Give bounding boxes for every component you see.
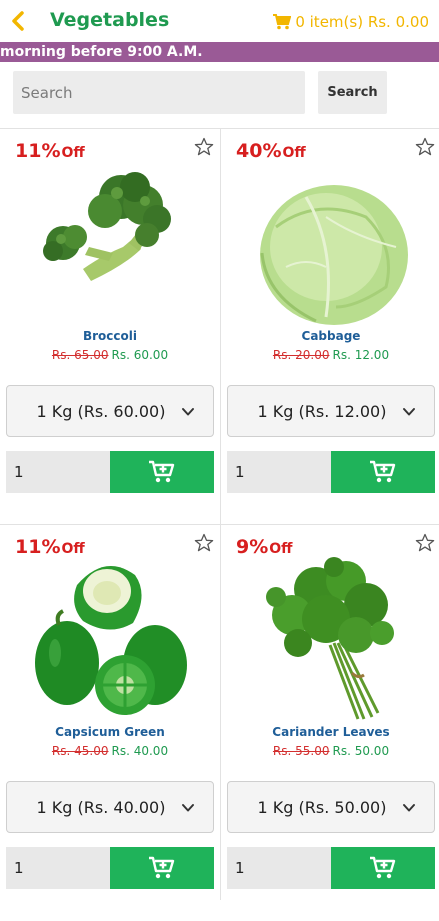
star-icon[interactable] — [194, 137, 214, 157]
add-to-cart-icon — [149, 460, 175, 483]
star-icon[interactable] — [415, 533, 435, 553]
search-button[interactable]: Search — [318, 71, 387, 114]
product-name[interactable]: Broccoli — [0, 329, 220, 343]
variant-selected-value: 1 Kg (Rs. 12.00) — [257, 401, 387, 421]
original-price: Rs. 65.00 — [51, 348, 109, 362]
cart-summary[interactable]: 0 item(s) Rs. 0.00 — [273, 13, 429, 31]
coriander-image[interactable] — [246, 553, 416, 723]
quantity-input[interactable]: 1 — [6, 451, 110, 493]
chevron-down-icon — [403, 804, 415, 812]
add-to-cart-button[interactable] — [331, 451, 435, 493]
original-price: Rs. 55.00 — [272, 744, 330, 758]
quantity-input[interactable]: 1 — [227, 451, 331, 493]
product-name[interactable]: Cariander Leaves — [221, 725, 439, 739]
add-to-cart-icon — [149, 856, 175, 879]
capsicum-image[interactable] — [25, 553, 195, 723]
selling-price: Rs. 40.00 — [111, 744, 169, 758]
quantity-input[interactable]: 1 — [227, 847, 331, 889]
quantity-input[interactable]: 1 — [6, 847, 110, 889]
cabbage-image[interactable] — [246, 157, 416, 327]
add-to-cart-button[interactable] — [110, 847, 214, 889]
price-row: Rs. 65.00 Rs. 60.00 — [0, 348, 220, 362]
original-price: Rs. 20.00 — [272, 348, 330, 362]
chevron-down-icon — [182, 408, 194, 416]
star-icon[interactable] — [194, 533, 214, 553]
star-icon[interactable] — [415, 137, 435, 157]
selling-price: Rs. 12.00 — [332, 348, 390, 362]
page-title: Vegetables — [50, 9, 170, 31]
price-row: Rs. 45.00 Rs. 40.00 — [0, 744, 220, 758]
selling-price: Rs. 60.00 — [111, 348, 169, 362]
variant-selected-value: 1 Kg (Rs. 60.00) — [36, 401, 166, 421]
product-card[interactable]: 11%Off Capsicum Green Rs. 45.00 Rs. 40.00… — [0, 525, 220, 921]
variant-select[interactable]: 1 Kg (Rs. 50.00) — [227, 781, 435, 833]
variant-selected-value: 1 Kg (Rs. 40.00) — [36, 797, 166, 817]
cart-icon — [273, 14, 292, 30]
chevron-left-icon[interactable] — [8, 10, 30, 32]
notice-banner-text: morning before 9:00 A.M. — [0, 44, 203, 60]
chevron-down-icon — [403, 408, 415, 416]
search-field[interactable] — [13, 71, 305, 114]
product-name[interactable]: Capsicum Green — [0, 725, 220, 739]
product-card[interactable]: 40%Off Cabbage Rs. 20.00 Rs. 12.00 1 Kg (… — [221, 129, 439, 525]
price-row: Rs. 55.00 Rs. 50.00 — [221, 744, 439, 758]
search-input[interactable] — [13, 71, 305, 114]
add-to-cart-icon — [370, 856, 396, 879]
add-to-cart-button[interactable] — [110, 451, 214, 493]
product-card[interactable]: 9%Off Cariander Leaves Rs. 55.00 Rs. 50.0… — [221, 525, 439, 921]
variant-select[interactable]: 1 Kg (Rs. 60.00) — [6, 385, 214, 437]
original-price: Rs. 45.00 — [51, 744, 109, 758]
product-name[interactable]: Cabbage — [221, 329, 439, 343]
broccoli-image[interactable] — [25, 157, 195, 327]
add-to-cart-icon — [370, 460, 396, 483]
price-row: Rs. 20.00 Rs. 12.00 — [221, 348, 439, 362]
variant-select[interactable]: 1 Kg (Rs. 40.00) — [6, 781, 214, 833]
app-header: Vegetables 0 item(s) Rs. 0.00 — [0, 0, 439, 42]
selling-price: Rs. 50.00 — [332, 744, 390, 758]
add-to-cart-button[interactable] — [331, 847, 435, 889]
cart-summary-text: 0 item(s) Rs. 0.00 — [295, 13, 429, 31]
chevron-down-icon — [182, 804, 194, 812]
notice-banner: morning before 9:00 A.M. — [0, 42, 439, 62]
product-card[interactable]: 11%Off Broccoli Rs. 65.00 Rs. 60.00 1 Kg … — [0, 129, 220, 525]
variant-selected-value: 1 Kg (Rs. 50.00) — [257, 797, 387, 817]
variant-select[interactable]: 1 Kg (Rs. 12.00) — [227, 385, 435, 437]
